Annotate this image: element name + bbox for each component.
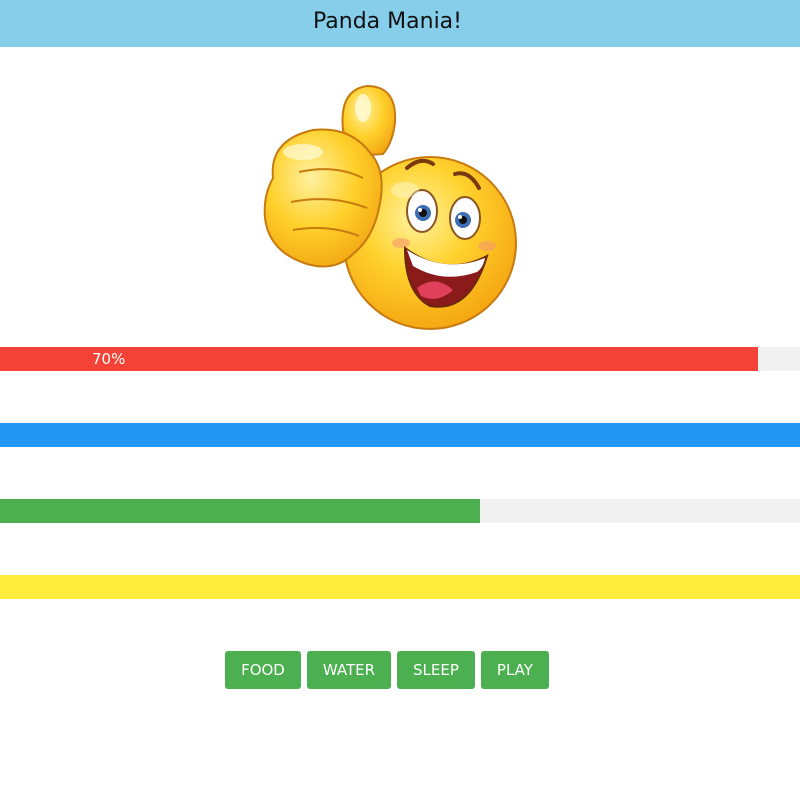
page-title: Panda Mania!	[313, 9, 462, 34]
sleep-status-bar	[0, 499, 800, 523]
food-button[interactable]: FOOD	[225, 651, 301, 689]
food-status-bar: 70%	[0, 347, 800, 371]
water-button[interactable]: WATER	[306, 651, 392, 689]
play-bar-fill	[0, 575, 800, 599]
sleep-button[interactable]: SLEEP	[397, 651, 475, 689]
food-bar-label: 70%	[92, 350, 126, 368]
water-status-bar	[0, 423, 800, 447]
food-bar-fill: 70%	[0, 347, 758, 371]
action-buttons: FOOD WATER SLEEP PLAY	[0, 651, 774, 689]
sleep-bar-fill	[0, 499, 480, 523]
panda-mania-page: Panda Mania! 70% FOOD WATER SLEEP PLAY	[0, 0, 800, 800]
play-button[interactable]: PLAY	[480, 651, 549, 689]
thumbs-up-smiley-icon	[255, 78, 520, 333]
play-status-bar	[0, 575, 800, 599]
water-bar-fill	[0, 423, 800, 447]
app-header: Panda Mania!	[0, 0, 800, 47]
